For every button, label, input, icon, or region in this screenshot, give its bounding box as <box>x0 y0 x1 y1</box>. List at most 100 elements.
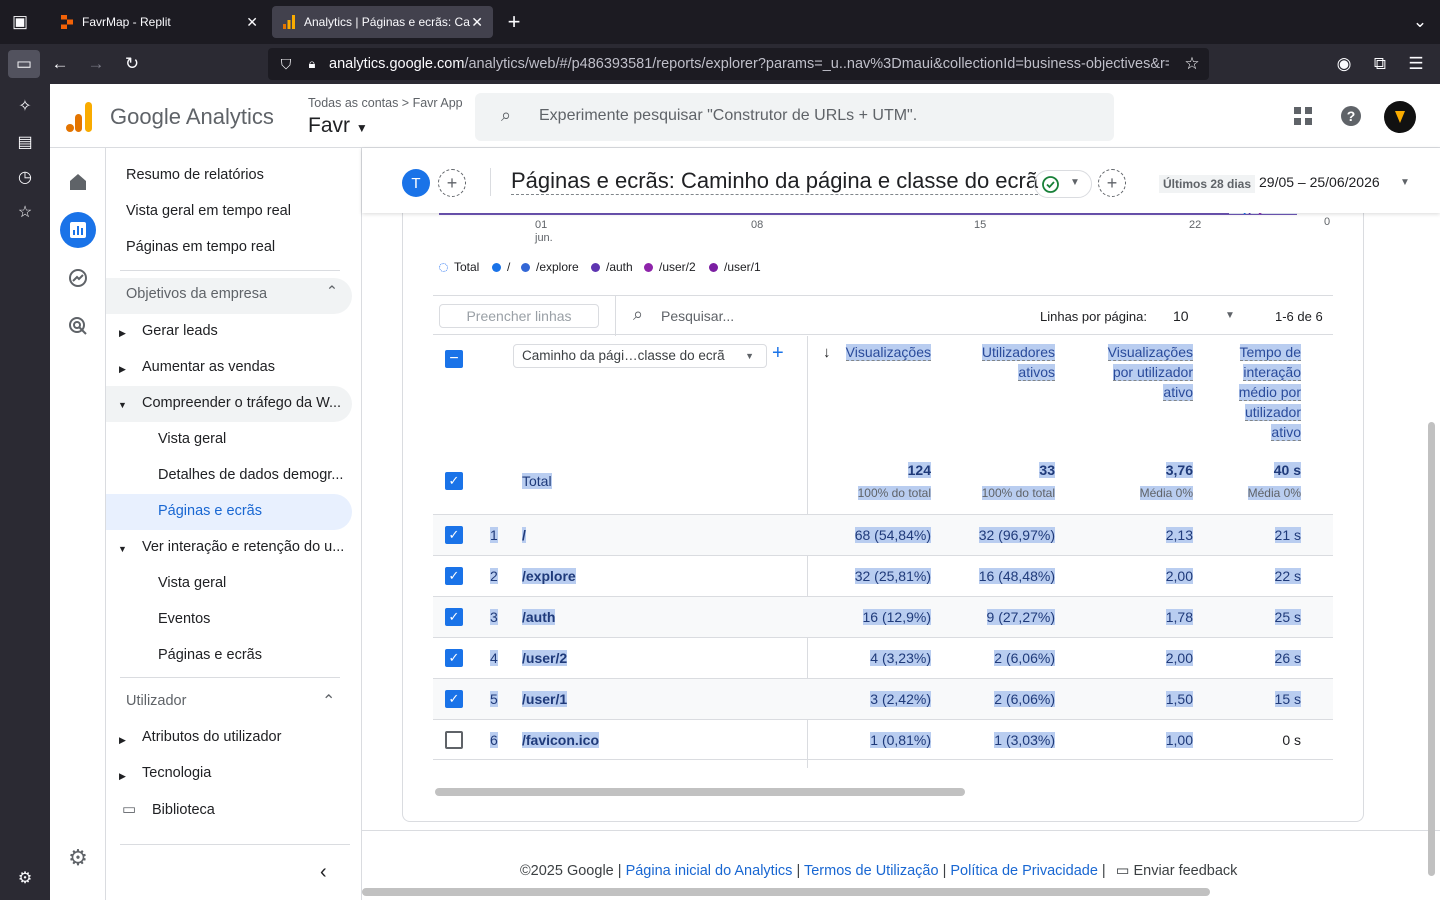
table-horizontal-scrollbar[interactable] <box>435 788 965 796</box>
browser-tab-analytics[interactable]: Analytics | Páginas e ecrãs: Ca ✕ <box>272 6 493 38</box>
dropdown-caret-icon[interactable]: ▼ <box>1225 310 1235 321</box>
row-path[interactable]: /user/1 <box>522 691 568 707</box>
sidebar-toggle-icon[interactable]: ▭ <box>8 50 40 78</box>
table-row[interactable]: ✓ 4 /user/2 4 (3,23%) 2 (6,06%) 2,00 26 … <box>433 637 1333 678</box>
customize-report-icon[interactable]: + <box>1098 169 1126 197</box>
date-range[interactable]: 29/05 – 25/06/2026 <box>1259 174 1380 190</box>
report-status-pill[interactable]: ▼ <box>1034 170 1092 198</box>
column-header-active-users[interactable]: Utilizadores ativos <box>958 342 1055 382</box>
nav-item-drive-sales[interactable]: Aumentar as vendas <box>142 359 275 375</box>
total-checkbox[interactable]: ✓ <box>445 472 463 490</box>
history-icon[interactable]: ◷ <box>11 163 39 191</box>
table-row[interactable]: ✓ 3 /auth 16 (12,9%) 9 (27,27%) 1,78 25 … <box>433 596 1333 637</box>
extensions-icon[interactable]: ⧉ <box>1366 50 1394 78</box>
nav-item-engagement-overview[interactable]: Vista geral <box>158 575 226 591</box>
nav-item-realtime-pages[interactable]: Páginas em tempo real <box>126 239 275 255</box>
reload-icon[interactable]: ↻ <box>118 50 146 78</box>
row-checkbox[interactable]: ✓ <box>445 608 463 626</box>
expand-arrow-icon[interactable]: ▶ <box>119 364 126 375</box>
table-search-input[interactable]: Pesquisar... <box>661 308 734 324</box>
shield-icon[interactable]: ⛉ <box>272 50 300 78</box>
row-path[interactable]: /user/2 <box>522 650 568 666</box>
collapse-arrow-icon[interactable]: ▼ <box>118 544 127 554</box>
nav-item-realtime-overview[interactable]: Vista geral em tempo real <box>126 203 291 219</box>
fill-rows-button[interactable]: Preencher linhas <box>439 304 599 328</box>
browser-tab-replit[interactable]: FavrMap - Replit ✕ <box>50 6 268 38</box>
menu-icon[interactable]: ☰ <box>1402 50 1430 78</box>
table-row[interactable]: ✓ 1 / 68 (54,84%) 32 (96,97%) 2,13 21 s <box>433 514 1333 555</box>
dimension-selector[interactable]: Caminho da pági…classe do ecrã ▼ <box>513 344 767 368</box>
legend-user1[interactable]: /user/1 <box>709 260 761 274</box>
add-comparison-icon[interactable]: + <box>438 169 466 197</box>
row-path[interactable]: /explore <box>522 568 576 584</box>
row-path[interactable]: / <box>522 527 526 543</box>
property-selector[interactable]: Favr ▼ <box>308 114 368 138</box>
search-input[interactable]: ⌕ Experimente pesquisar "Construtor de U… <box>475 93 1114 141</box>
collapse-arrow-icon[interactable]: ▼ <box>118 400 127 410</box>
avatar[interactable] <box>1384 101 1416 133</box>
help-icon[interactable]: ? <box>1336 101 1366 131</box>
ai-chat-icon[interactable]: ✧ <box>11 92 39 120</box>
back-icon[interactable]: ← <box>46 50 74 78</box>
expand-arrow-icon[interactable]: ▶ <box>119 328 126 339</box>
explore-icon[interactable] <box>62 262 94 294</box>
row-checkbox[interactable]: ✓ <box>445 690 463 708</box>
row-path[interactable]: /favicon.ico <box>522 732 600 748</box>
feedback-icon[interactable]: ▭ <box>1116 863 1130 879</box>
nav-item-overview[interactable]: Vista geral <box>158 431 226 447</box>
column-header-engagement-time[interactable]: Tempo de interação médio por utilizador ativ… <box>1211 342 1301 442</box>
expand-arrow-icon[interactable]: ▶ <box>119 771 126 782</box>
reports-icon[interactable] <box>60 212 96 248</box>
nav-item-understand-traffic[interactable]: Compreender o tráfego da W... <box>106 386 352 422</box>
close-tab-icon[interactable]: ✕ <box>471 14 483 31</box>
nav-item-reports-snapshot[interactable]: Resumo de relatórios <box>126 167 264 183</box>
column-header-views[interactable]: Visualizações <box>841 342 931 362</box>
bookmark-star-icon[interactable]: ☆ <box>1178 50 1206 78</box>
collapse-panel-icon[interactable]: ‹ <box>320 861 327 884</box>
close-tab-icon[interactable]: ✕ <box>246 14 258 31</box>
breadcrumb[interactable]: Todas as contas > Favr App <box>308 96 463 110</box>
row-checkbox[interactable] <box>445 731 463 749</box>
tab-overflow-chevron-icon[interactable]: ⌄ <box>1406 8 1434 36</box>
nav-item-generate-leads[interactable]: Gerar leads <box>142 323 218 339</box>
synced-tabs-icon[interactable]: ▤ <box>11 128 39 156</box>
nav-item-tech[interactable]: Tecnologia <box>142 765 211 781</box>
tab-list-icon[interactable]: ▣ <box>6 8 34 36</box>
legend-auth[interactable]: /auth <box>591 260 633 274</box>
table-row[interactable]: ✓ 5 /user/1 3 (2,42%) 2 (6,06%) 1,50 15 … <box>433 678 1333 719</box>
nav-item-user-attributes[interactable]: Atributos do utilizador <box>142 729 281 745</box>
nav-item-events[interactable]: Eventos <box>158 611 210 627</box>
feedback-link[interactable]: Enviar feedback <box>1133 863 1237 879</box>
apps-grid-icon[interactable] <box>1288 101 1318 131</box>
url-bar[interactable]: ⛉ 🔒︎ analytics.google.com/analytics/web/… <box>268 48 1209 80</box>
rows-per-page-select[interactable]: 10 <box>1173 308 1189 324</box>
customize-icon[interactable]: ⚙ <box>11 864 39 892</box>
nav-section-user[interactable]: Utilizador <box>126 693 186 709</box>
chevron-up-icon[interactable]: ⌃ <box>322 691 335 711</box>
account-icon[interactable]: ◉ <box>1330 50 1358 78</box>
legend-total[interactable]: Total <box>439 260 479 274</box>
table-row[interactable]: 6 /favicon.ico 1 (0,81%) 1 (3,03%) 1,00 … <box>433 719 1333 760</box>
add-dimension-icon[interactable]: + <box>772 342 784 365</box>
nav-item-library[interactable]: Biblioteca <box>152 802 215 818</box>
legend-explore[interactable]: /explore <box>521 260 579 274</box>
expand-arrow-icon[interactable]: ▶ <box>119 735 126 746</box>
nav-item-engagement-pages[interactable]: Páginas e ecrãs <box>158 647 262 663</box>
new-tab-icon[interactable]: + <box>500 8 528 36</box>
sort-arrow-icon[interactable]: ↓ <box>823 344 831 361</box>
table-row[interactable]: ✓ 2 /explore 32 (25,81%) 16 (48,48%) 2,0… <box>433 555 1333 596</box>
report-title[interactable]: Páginas e ecrãs: Caminho da página e cla… <box>511 168 1039 195</box>
legend-root[interactable]: / <box>492 260 510 274</box>
url-text[interactable]: analytics.google.com/analytics/web/#/p48… <box>329 56 1169 72</box>
admin-gear-icon[interactable]: ⚙ <box>62 842 94 874</box>
legend-user2[interactable]: /user/2 <box>644 260 696 274</box>
analytics-home-link[interactable]: Página inicial do Analytics <box>626 863 793 879</box>
terms-link[interactable]: Termos de Utilização <box>804 863 939 879</box>
advertising-icon[interactable] <box>62 310 94 342</box>
row-checkbox[interactable]: ✓ <box>445 649 463 667</box>
bookmarks-icon[interactable]: ☆ <box>11 198 39 226</box>
nav-item-demographics[interactable]: Detalhes de dados demogr... <box>158 467 343 483</box>
lock-icon[interactable]: 🔒︎ <box>298 50 326 78</box>
home-icon[interactable] <box>62 166 94 198</box>
page-horizontal-scrollbar[interactable] <box>362 888 1210 896</box>
